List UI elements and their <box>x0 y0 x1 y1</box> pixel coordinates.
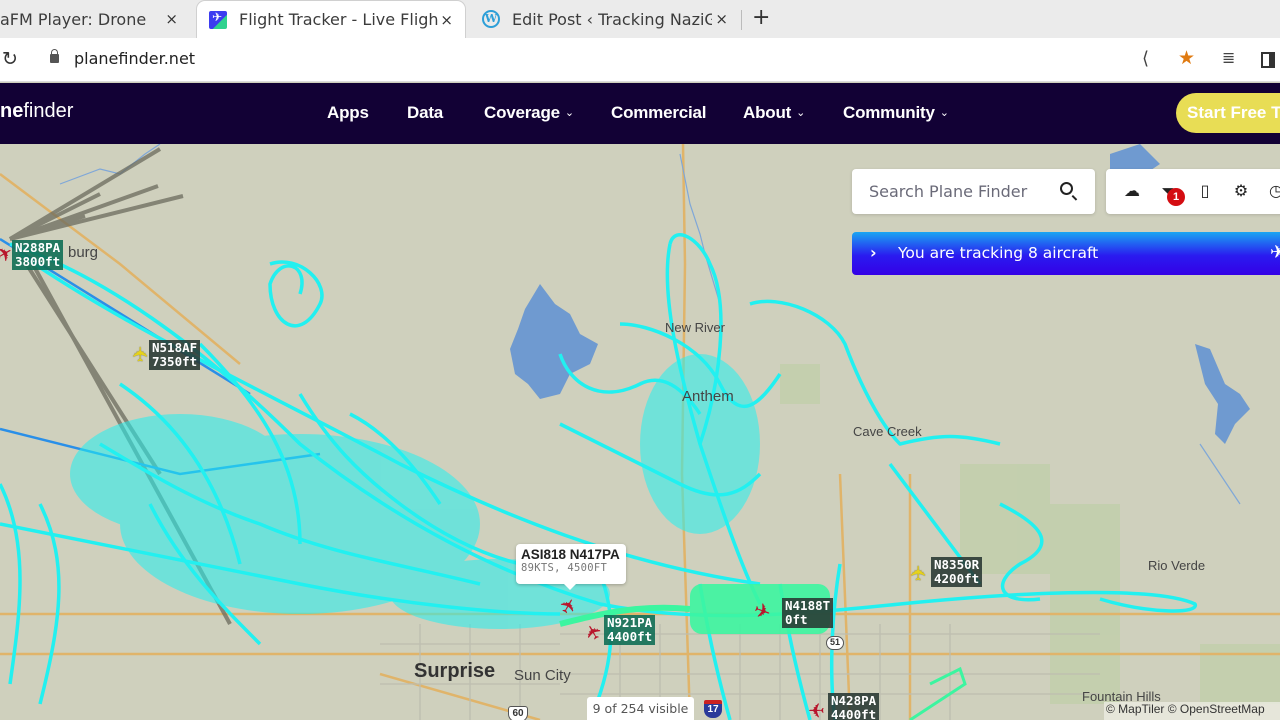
aircraft-label-n8350r[interactable]: N8350R 4200ft <box>931 557 983 587</box>
nav-coverage[interactable]: Coverage ⌄ <box>484 103 574 123</box>
aircraft-icon-n518af[interactable]: ✈ <box>128 346 152 363</box>
airplane-icon: ✈ <box>1270 242 1280 263</box>
aircraft-reg: N288PA <box>15 240 61 255</box>
aircraft-icon-n8350r[interactable]: ✈ <box>906 565 930 582</box>
weather-cloud-icon[interactable]: ☁ <box>1122 181 1142 201</box>
aircraft-reg: N518AF <box>152 340 198 355</box>
nav-label: Data <box>407 103 444 122</box>
nav-label: Coverage <box>484 103 560 122</box>
wordpress-favicon-icon: W <box>482 10 500 28</box>
nav-data[interactable]: Data <box>407 103 443 123</box>
track-cyan-dense <box>70 354 760 629</box>
search-icon[interactable] <box>1060 182 1073 195</box>
start-free-trial-button[interactable]: Start Free Tri <box>1176 93 1280 133</box>
logo-bold: ne <box>0 100 24 122</box>
tab-title: aFM Player: Drone Zo <box>0 9 150 29</box>
map-attribution[interactable]: © MapTiler © OpenStreetMap <box>1104 702 1280 720</box>
new-tab-button[interactable]: + <box>752 5 770 30</box>
aircraft-label-n518af[interactable]: N518AF 7350ft <box>149 340 201 370</box>
place-surprise: Surprise <box>414 660 496 682</box>
nav-label: Commercial <box>611 103 707 122</box>
place-cave-creek: Cave Creek <box>853 424 922 439</box>
close-tab-icon[interactable]: × <box>715 10 728 28</box>
aircraft-reg: N4188T <box>785 598 831 613</box>
aircraft-label-n428pa[interactable]: N428PA 4400ft <box>828 693 880 720</box>
bookmark-icon[interactable]: ▯ <box>1195 181 1215 201</box>
settings-gear-icon[interactable]: ⚙ <box>1231 181 1251 201</box>
tab-title: Edit Post ‹ Tracking NaziG <box>512 9 712 29</box>
tab-title: Flight Tracker - Live Flight <box>239 10 439 29</box>
aircraft-reg: N8350R <box>934 557 980 572</box>
url-field[interactable]: planefinder.net <box>74 49 195 68</box>
aircraft-alt: 0ft <box>785 612 808 627</box>
place-anthem: Anthem <box>682 388 734 405</box>
flight-map[interactable]: burg New River Anthem Cave Creek Rio Ver… <box>0 144 1280 720</box>
close-tab-icon[interactable]: × <box>440 11 453 29</box>
chevron-down-icon: ⌄ <box>564 107 574 119</box>
popup-speed-altitude: 89KTS, 4500FT <box>521 562 608 574</box>
reload-icon[interactable]: ↻ <box>2 48 18 70</box>
nav-community[interactable]: Community ⌄ <box>843 103 949 123</box>
aircraft-alt: 7350ft <box>152 354 198 369</box>
nav-commercial[interactable]: Commercial <box>611 103 707 123</box>
us-60-shield: 60 <box>508 706 528 720</box>
popup-title: ASI818 N417PA <box>521 547 620 562</box>
aircraft-label-n921pa[interactable]: N921PA 4400ft <box>604 615 656 645</box>
browser-tab-flight-tracker[interactable]: Flight Tracker - Live Flight × <box>196 0 466 38</box>
media-playlist-icon[interactable]: ≣ <box>1222 48 1235 67</box>
chevron-right-icon: › <box>870 243 877 262</box>
address-bar-row: ↻ planefinder.net ⟨ ★ ≣ <box>0 38 1280 82</box>
aircraft-alt: 3800ft <box>15 254 61 269</box>
map-toolbar: ☁ ⏷ ▯ ⚙ ◷ <box>1106 169 1280 214</box>
chevron-down-icon: ⌄ <box>939 107 949 119</box>
aircraft-alt: 4400ft <box>607 629 653 644</box>
history-clock-icon[interactable]: ◷ <box>1266 181 1280 201</box>
place-sun-city: Sun City <box>514 667 571 684</box>
share-icon[interactable]: ⟨ <box>1142 48 1149 69</box>
browser-tab-strip: aFM Player: Drone Zo × Flight Tracker - … <box>0 0 1280 38</box>
bookmark-star-icon[interactable]: ★ <box>1178 47 1195 69</box>
aircraft-alt: 4200ft <box>934 571 980 586</box>
nav-label: Apps <box>327 103 369 122</box>
interstate-17-shield: 17 <box>704 700 722 718</box>
aircraft-icon-n428pa[interactable]: ✈ <box>808 698 825 720</box>
aircraft-reg: N428PA <box>831 693 877 708</box>
nav-label: Community <box>843 103 935 122</box>
tracking-text: You are tracking 8 aircraft <box>898 244 1099 262</box>
search-input[interactable] <box>852 169 1052 214</box>
nav-apps[interactable]: Apps <box>327 103 369 123</box>
side-panel-icon[interactable] <box>1261 52 1275 68</box>
planefinder-favicon-icon <box>209 10 227 29</box>
nav-label: About <box>743 103 792 122</box>
site-navbar: nefinder Apps Data Coverage ⌄ Commercial … <box>0 83 1280 144</box>
aircraft-label-n288pa[interactable]: N288PA 3800ft <box>12 240 64 270</box>
logo-rest: finder <box>23 100 74 122</box>
browser-tab-radio[interactable]: aFM Player: Drone Zo × <box>0 0 190 38</box>
lock-icon[interactable] <box>50 49 59 63</box>
search-box <box>852 169 1095 214</box>
close-tab-icon[interactable]: × <box>165 10 178 28</box>
aircraft-popup-asi818[interactable]: ASI818 N417PA 89KTS, 4500FT <box>516 544 626 590</box>
nav-about[interactable]: About ⌄ <box>743 103 805 123</box>
route-51-shield: 51 <box>826 636 844 650</box>
filter-count-badge: 1 <box>1167 188 1185 206</box>
aircraft-reg: N921PA <box>607 615 653 630</box>
chevron-down-icon: ⌄ <box>796 107 806 119</box>
planefinder-logo[interactable]: nefinder <box>0 100 73 123</box>
visible-aircraft-count: 9 of 254 visible <box>587 697 694 720</box>
aircraft-label-n4188t[interactable]: N4188T 0ft <box>782 598 834 628</box>
aircraft-alt: 4400ft <box>831 707 877 720</box>
place-rio-verde: Rio Verde <box>1148 558 1206 573</box>
place-new-river: New River <box>665 320 725 335</box>
tracking-banner[interactable]: › You are tracking 8 aircraft ✈ <box>852 232 1280 275</box>
tab-separator <box>741 10 742 30</box>
browser-tab-edit-post[interactable]: W Edit Post ‹ Tracking NaziG × <box>470 0 740 38</box>
place-wickenburg: burg <box>68 244 99 261</box>
